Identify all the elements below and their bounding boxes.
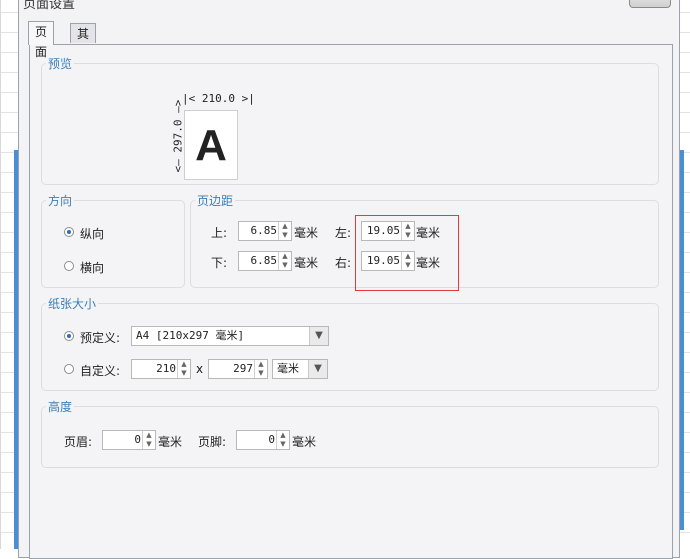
- height-label: 297.0: [171, 119, 185, 153]
- footer-height-stepper[interactable]: 0 ▲ ▼: [236, 430, 290, 450]
- close-button[interactable]: [629, 0, 671, 8]
- margin-right-label: 右:: [335, 256, 352, 270]
- preview-group: 预览 |< 210.0 >| <— 297.0 —> A: [41, 55, 659, 185]
- margin-bottom-label: 下:: [211, 256, 228, 270]
- height-dimension: <— 297.0 —>: [171, 99, 185, 173]
- margin-top-value: 6.85: [250, 224, 278, 237]
- predefined-paper-select[interactable]: A4 [210x297 毫米] ▼: [131, 326, 329, 346]
- custom-unit-value: 毫米: [277, 362, 299, 375]
- margin-top-label: 上:: [211, 226, 228, 240]
- orientation-group: 方向 纵向 横向: [41, 192, 185, 288]
- margin-top-stepper[interactable]: 6.85 ▲ ▼: [238, 221, 292, 241]
- margin-top-unit: 毫米: [294, 226, 319, 240]
- predefined-radio[interactable]: [64, 331, 74, 341]
- predefined-label: 预定义:: [80, 331, 121, 345]
- width-label: 210.0: [201, 92, 235, 105]
- tab-page[interactable]: 页面: [28, 21, 55, 59]
- footer-label: 页脚:: [198, 435, 227, 449]
- preview-title: 预览: [46, 55, 75, 72]
- times-sign: x: [196, 362, 204, 376]
- custom-radio[interactable]: [64, 364, 74, 374]
- chevron-down-icon[interactable]: ▼: [309, 327, 328, 345]
- footer-unit: 毫米: [292, 435, 317, 449]
- custom-height-stepper[interactable]: 297 ▲ ▼: [208, 359, 268, 379]
- height-title: 高度: [46, 398, 75, 415]
- margins-title: 页边距: [195, 192, 236, 209]
- custom-height-value: 297: [233, 362, 253, 375]
- right-accent-strip: [680, 150, 684, 530]
- highlight-box: [355, 215, 459, 291]
- portrait-label: 纵向: [80, 227, 105, 241]
- header-unit: 毫米: [158, 435, 183, 449]
- margin-left-label: 左:: [335, 226, 352, 240]
- paper-size-title: 纸张大小: [46, 295, 99, 312]
- page-preview-sheet: A: [184, 110, 238, 180]
- tab-other[interactable]: 其他: [70, 23, 97, 61]
- preview-letter: A: [195, 121, 227, 170]
- dialog-title: 页面设置: [23, 0, 76, 12]
- custom-width-arrows[interactable]: ▲ ▼: [177, 360, 190, 378]
- custom-width-value: 210: [156, 362, 176, 375]
- margin-top-arrows[interactable]: ▲ ▼: [278, 222, 291, 240]
- width-dimension: |< 210.0 >|: [182, 92, 255, 105]
- paper-size-group: 纸张大小 预定义: A4 [210x297 毫米] ▼ 自定义: 210 ▲ ▼ …: [41, 295, 659, 391]
- orientation-title: 方向: [46, 192, 75, 209]
- footer-height-arrows[interactable]: ▲ ▼: [276, 431, 289, 449]
- margin-bottom-unit: 毫米: [294, 256, 319, 270]
- custom-label: 自定义:: [80, 364, 121, 378]
- header-label: 页眉:: [64, 435, 93, 449]
- margin-bottom-stepper[interactable]: 6.85 ▲ ▼: [238, 251, 292, 271]
- landscape-label: 横向: [80, 261, 105, 275]
- header-height-stepper[interactable]: 0 ▲ ▼: [102, 430, 156, 450]
- footer-height-value: 0: [268, 433, 275, 446]
- header-height-value: 0: [134, 433, 141, 446]
- header-height-arrows[interactable]: ▲ ▼: [142, 431, 155, 449]
- portrait-radio[interactable]: [64, 227, 74, 237]
- custom-unit-select[interactable]: 毫米 ▼: [272, 359, 328, 379]
- height-group: 高度 页眉: 0 ▲ ▼ 毫米 页脚: 0 ▲ ▼ 毫米: [41, 398, 659, 468]
- margin-bottom-arrows[interactable]: ▲ ▼: [278, 252, 291, 270]
- custom-width-stepper[interactable]: 210 ▲ ▼: [131, 359, 191, 379]
- margin-bottom-value: 6.85: [250, 254, 278, 267]
- chevron-down-icon[interactable]: ▼: [308, 360, 327, 378]
- tab-panel-page: 预览 |< 210.0 >| <— 297.0 —> A 方向 纵向 横向 页边…: [29, 44, 673, 559]
- predefined-paper-value: A4 [210x297 毫米]: [136, 329, 245, 342]
- page-setup-dialog: 页面设置 页面 其他 预览 |< 210.0 >| <— 297.0 —> A …: [18, 0, 680, 559]
- custom-height-arrows[interactable]: ▲ ▼: [254, 360, 267, 378]
- landscape-radio[interactable]: [64, 261, 74, 271]
